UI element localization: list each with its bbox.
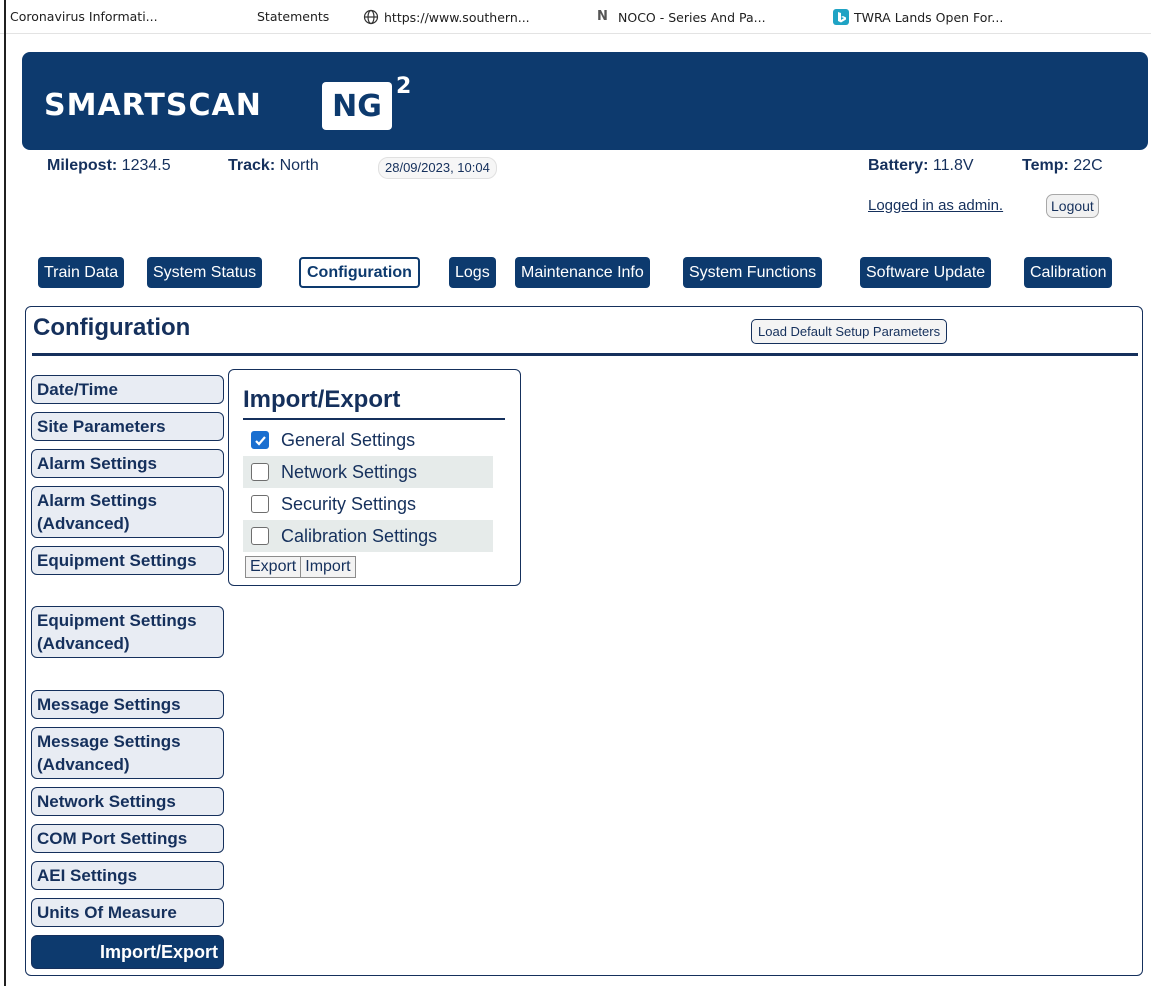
bookmark-label: TWRA Lands Open For... bbox=[854, 9, 1004, 25]
tab-train-data[interactable]: Train Data bbox=[38, 257, 125, 288]
tab-calibration[interactable]: Calibration bbox=[1024, 257, 1113, 288]
battery-value: 11.8V bbox=[932, 157, 974, 174]
sidebar-item-message-settings[interactable]: Message Settings bbox=[31, 690, 224, 719]
sidebar-item-network-settings[interactable]: Network Settings bbox=[31, 787, 224, 816]
milepost-value: 1234.5 bbox=[121, 157, 171, 174]
tab-system-functions[interactable]: System Functions bbox=[683, 257, 823, 288]
sidebar-item-com-port-settings[interactable]: COM Port Settings bbox=[31, 824, 224, 853]
network-settings-checkbox[interactable] bbox=[251, 463, 269, 481]
tab-system-status[interactable]: System Status bbox=[147, 257, 263, 288]
import-export-title: Import/Export bbox=[243, 386, 401, 413]
option-label: Network Settings bbox=[281, 461, 418, 482]
window-edge bbox=[4, 34, 6, 986]
bookmark-statements[interactable]: Statements bbox=[257, 9, 329, 24]
globe-icon bbox=[363, 9, 379, 25]
window-edge bbox=[4, 0, 6, 34]
import-export-divider bbox=[243, 418, 505, 420]
bookmark-label: https://www.southern... bbox=[384, 9, 530, 25]
checkmark-icon bbox=[254, 435, 266, 446]
calibration-settings-checkbox[interactable] bbox=[251, 527, 269, 545]
import-export-buttons: Export Import bbox=[245, 556, 356, 578]
option-label: General Settings bbox=[281, 429, 416, 450]
tab-software-update[interactable]: Software Update bbox=[860, 257, 992, 288]
sidebar-item-date-time[interactable]: Date/Time bbox=[31, 375, 224, 404]
option-general-settings[interactable]: General Settings bbox=[243, 424, 493, 456]
battery-label: Battery: bbox=[868, 157, 929, 174]
sidebar-item-units-of-measure[interactable]: Units Of Measure bbox=[31, 898, 224, 927]
milepost-info: Milepost: 1234.5 bbox=[47, 157, 171, 175]
brand-name: SMARTSCAN bbox=[44, 88, 262, 123]
brand-superscript: 2 bbox=[396, 74, 412, 99]
bookmark-label: Statements bbox=[257, 9, 330, 24]
sidebar-item-equipment-settings-advanced[interactable]: Equipment Settings (Advanced) bbox=[31, 606, 224, 658]
bookmark-label: NOCO - Series And Pa... bbox=[618, 9, 766, 25]
track-label: Track: bbox=[228, 157, 276, 174]
noco-logo-icon: N bbox=[597, 9, 608, 24]
page-title: Configuration bbox=[33, 314, 191, 341]
option-label: Calibration Settings bbox=[281, 525, 438, 546]
tab-configuration[interactable]: Configuration bbox=[299, 257, 420, 288]
sidebar-item-message-settings-advanced[interactable]: Message Settings (Advanced) bbox=[31, 727, 224, 779]
security-settings-checkbox[interactable] bbox=[251, 495, 269, 513]
tab-maintenance-info[interactable]: Maintenance Info bbox=[515, 257, 650, 288]
sidebar-item-import-export[interactable]: Import/Export bbox=[31, 935, 224, 969]
load-defaults-button[interactable]: Load Default Setup Parameters bbox=[751, 319, 948, 344]
logged-in-link[interactable]: Logged in as admin. bbox=[868, 197, 1003, 214]
bookmark-label: Coronavirus Informati... bbox=[10, 9, 158, 24]
brand-badge: NG bbox=[322, 82, 392, 130]
option-network-settings[interactable]: Network Settings bbox=[243, 456, 493, 488]
track-value: North bbox=[279, 157, 319, 174]
header-banner: SMARTSCAN NG 2 bbox=[22, 52, 1148, 150]
bookmark-southern[interactable]: https://www.southern... bbox=[363, 9, 530, 25]
temp-info: Temp: 22C bbox=[1022, 157, 1103, 175]
export-button[interactable]: Export bbox=[245, 556, 302, 578]
option-security-settings[interactable]: Security Settings bbox=[243, 488, 493, 520]
title-divider bbox=[32, 353, 1138, 356]
temp-label: Temp: bbox=[1022, 157, 1069, 174]
sidebar-item-alarm-settings-advanced[interactable]: Alarm Settings (Advanced) bbox=[31, 486, 224, 538]
bing-icon bbox=[833, 9, 849, 25]
import-button[interactable]: Import bbox=[301, 556, 356, 578]
option-label: Security Settings bbox=[281, 493, 417, 514]
sidebar-item-equipment-settings[interactable]: Equipment Settings bbox=[31, 546, 224, 575]
datetime-display: 28/09/2023, 10:04 bbox=[378, 157, 497, 179]
bookmark-coronavirus[interactable]: Coronavirus Informati... bbox=[10, 9, 158, 24]
option-calibration-settings[interactable]: Calibration Settings bbox=[243, 520, 493, 552]
bookmark-noco[interactable]: N NOCO - Series And Pa... bbox=[597, 9, 766, 25]
logout-button[interactable]: Logout bbox=[1046, 194, 1099, 218]
tab-logs[interactable]: Logs bbox=[449, 257, 496, 288]
milepost-label: Milepost: bbox=[47, 157, 118, 174]
temp-value: 22C bbox=[1073, 157, 1103, 174]
sidebar-item-alarm-settings[interactable]: Alarm Settings bbox=[31, 449, 224, 478]
sidebar-item-aei-settings[interactable]: AEI Settings bbox=[31, 861, 224, 890]
bookmark-twra[interactable]: TWRA Lands Open For... bbox=[833, 9, 1003, 25]
track-info: Track: North bbox=[228, 157, 319, 175]
sidebar-item-site-parameters[interactable]: Site Parameters bbox=[31, 412, 224, 441]
general-settings-checkbox[interactable] bbox=[251, 431, 269, 449]
bookmarks-bar: Coronavirus Informati... Statements http… bbox=[0, 0, 1151, 34]
battery-info: Battery: 11.8V bbox=[868, 157, 974, 175]
import-export-box: Import/Export General Settings Network S… bbox=[228, 369, 521, 586]
